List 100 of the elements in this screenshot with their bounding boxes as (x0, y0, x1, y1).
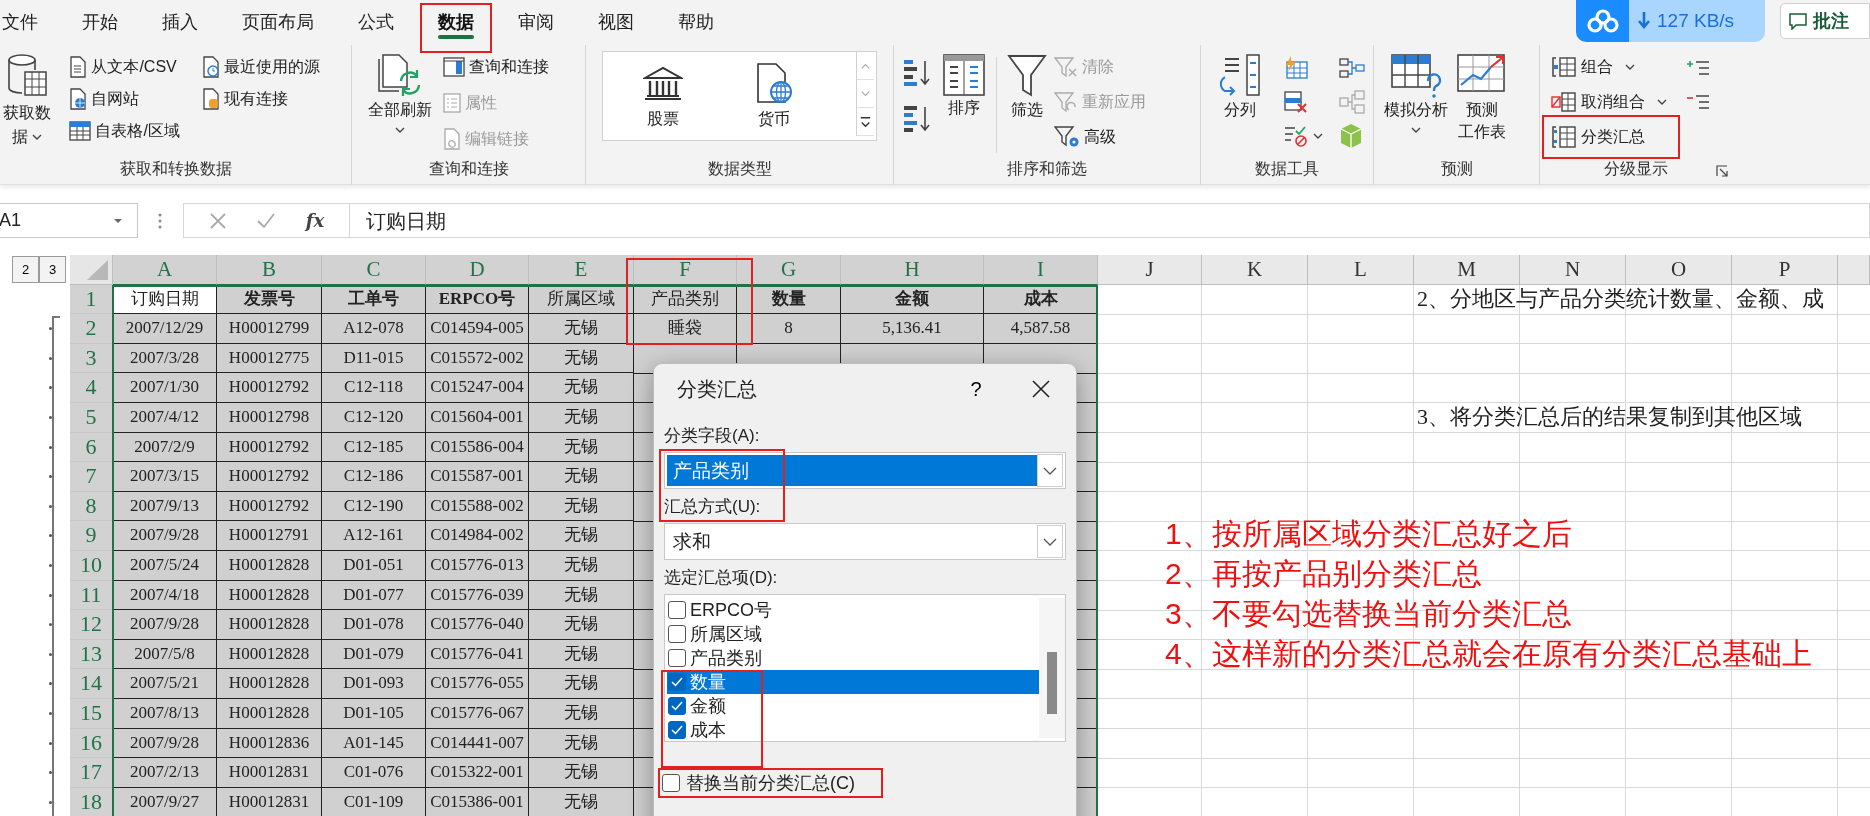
formula-input[interactable]: 订购日期 (350, 203, 1870, 238)
lightning-grid-icon[interactable] (1283, 56, 1309, 80)
insert-function-button[interactable]: fx (305, 207, 325, 234)
column-header[interactable]: M (1414, 255, 1520, 285)
ribbon-tab[interactable]: 插入 (140, 0, 220, 45)
ribbon-button[interactable]: 现有连接 (198, 83, 323, 115)
enter-icon[interactable] (256, 211, 277, 230)
column-header[interactable]: G (737, 255, 841, 285)
table-cell: C015572-002 (426, 343, 529, 374)
ribbon-tab[interactable]: 开始 (60, 0, 140, 45)
checkbox[interactable] (668, 673, 686, 691)
chevron-down-icon (1043, 466, 1057, 475)
more-icon[interactable] (856, 108, 874, 136)
outline-dot (49, 652, 52, 656)
table-cell: H00012831 (217, 758, 322, 788)
ribbon-button[interactable]: 货币 (751, 60, 797, 140)
ribbon-tab[interactable]: 页面布局 (220, 0, 336, 45)
row-header[interactable]: 4 (70, 373, 113, 403)
ribbon-tab[interactable]: 文件 (0, 0, 60, 45)
validation-icon[interactable] (1283, 124, 1309, 148)
close-icon[interactable] (1031, 379, 1051, 399)
list-item[interactable]: 成本 (667, 718, 1039, 742)
ribbon-button[interactable]: 筛选 (1003, 51, 1051, 124)
table-cell: 无锡 (529, 550, 634, 581)
column-header[interactable]: A (113, 255, 217, 285)
table-cell: C015586-004 (426, 432, 529, 463)
list-item[interactable]: 产品类别 (667, 646, 1039, 670)
column-header[interactable]: C (322, 255, 426, 285)
ribbon-button[interactable]: 获取数据 (0, 51, 59, 151)
outline-level-button[interactable]: 2 (12, 256, 39, 283)
comment-button[interactable]: 批注 (1780, 3, 1870, 39)
row-header[interactable]: 12 (70, 610, 113, 640)
help-button[interactable]: ? (946, 373, 1006, 405)
ribbon-button[interactable]: 高级 (1051, 121, 1149, 153)
list-item[interactable]: 金额 (667, 694, 1039, 718)
ribbon-button[interactable]: 自表格/区域 (66, 115, 183, 147)
checkbox[interactable] (668, 721, 686, 739)
cloud-app-button[interactable] (1576, 0, 1629, 42)
table-cell: H00012792 (217, 432, 322, 463)
column-header[interactable]: H (841, 255, 984, 285)
ribbon-button[interactable]: 预测 工作表 (1452, 51, 1512, 146)
column-header[interactable]: K (1202, 255, 1308, 285)
ribbon-button[interactable]: 模拟分析 (1380, 51, 1452, 137)
remove-rows-icon[interactable] (1283, 90, 1309, 114)
ribbon-button[interactable]: 排序 (938, 51, 990, 122)
dropdown-field[interactable]: 产品类别 (664, 452, 1066, 489)
outline-dot (49, 534, 52, 538)
column-header[interactable]: D (426, 255, 529, 285)
checkbox[interactable] (668, 625, 686, 643)
column-header[interactable]: N (1520, 255, 1626, 285)
column-header[interactable]: L (1308, 255, 1414, 285)
column-header[interactable]: B (217, 255, 322, 285)
scrollbar-thumb[interactable] (1047, 652, 1057, 714)
list-item[interactable]: ERPCO号 (667, 598, 1039, 622)
ribbon-button[interactable]: 从文本/CSV (66, 51, 183, 83)
clock-file-icon (201, 56, 220, 78)
checkbox-option[interactable]: 替换当前分类汇总(C) (662, 770, 855, 796)
row-header[interactable]: 17 (70, 758, 113, 788)
column-header[interactable]: P (1732, 255, 1838, 285)
ribbon-button[interactable]: 组合 (1548, 51, 1670, 83)
list-item[interactable]: 数量 (667, 670, 1039, 694)
dialog-launcher-icon[interactable] (1716, 165, 1728, 177)
ribbon-button[interactable]: 自网站 (66, 83, 183, 115)
checkbox[interactable] (662, 774, 680, 792)
column-header[interactable]: E (529, 255, 634, 285)
dropdown-field[interactable]: 求和 (664, 523, 1066, 560)
ribbon-tab[interactable]: 数据 (416, 0, 496, 45)
checkbox[interactable] (668, 697, 686, 715)
ribbon-tab[interactable]: 审阅 (496, 0, 576, 45)
checkbox[interactable] (668, 601, 686, 619)
transfer-speed: 127 KB/s (1657, 8, 1735, 33)
column-header[interactable]: O (1626, 255, 1732, 285)
ribbon-button[interactable]: 取消组合 (1548, 86, 1670, 118)
ribbon-button[interactable]: 分列 (1213, 51, 1267, 124)
show-detail-icon[interactable] (1686, 59, 1710, 77)
cancel-icon[interactable] (208, 211, 227, 230)
row-header[interactable]: 9 (70, 521, 113, 551)
ribbon-tab[interactable]: 帮助 (656, 0, 736, 45)
scrollbar[interactable] (1039, 598, 1065, 738)
ribbon-button[interactable]: 最近使用的源 (198, 51, 323, 83)
sort-ascending-icon[interactable] (902, 57, 932, 87)
ribbon-button[interactable]: 查询和连接 (440, 51, 552, 83)
outline-level-button[interactable]: 3 (39, 256, 66, 283)
ribbon-button[interactable]: 全部刷新 (364, 51, 436, 137)
ribbon-tab[interactable]: 视图 (576, 0, 656, 45)
ribbon-button[interactable]: 股票 (639, 64, 687, 140)
list-item[interactable]: 所属区域 (667, 622, 1039, 646)
row-header[interactable]: 14 (70, 669, 113, 699)
ribbon-button[interactable]: 分类汇总 (1548, 121, 1670, 153)
column-header[interactable]: I (984, 255, 1098, 285)
consolidate-icon[interactable] (1339, 57, 1365, 79)
column-header[interactable]: F (634, 255, 737, 285)
hide-detail-icon[interactable] (1686, 93, 1710, 111)
checkbox[interactable] (668, 649, 686, 667)
ribbon-tab[interactable]: 公式 (336, 0, 416, 45)
column-header[interactable]: J (1098, 255, 1202, 285)
row-header[interactable]: 7 (70, 462, 113, 492)
table-cell: H00012828 (217, 639, 322, 670)
sort-descending-icon[interactable] (902, 103, 932, 133)
row-header[interactable]: 2 (70, 314, 113, 344)
